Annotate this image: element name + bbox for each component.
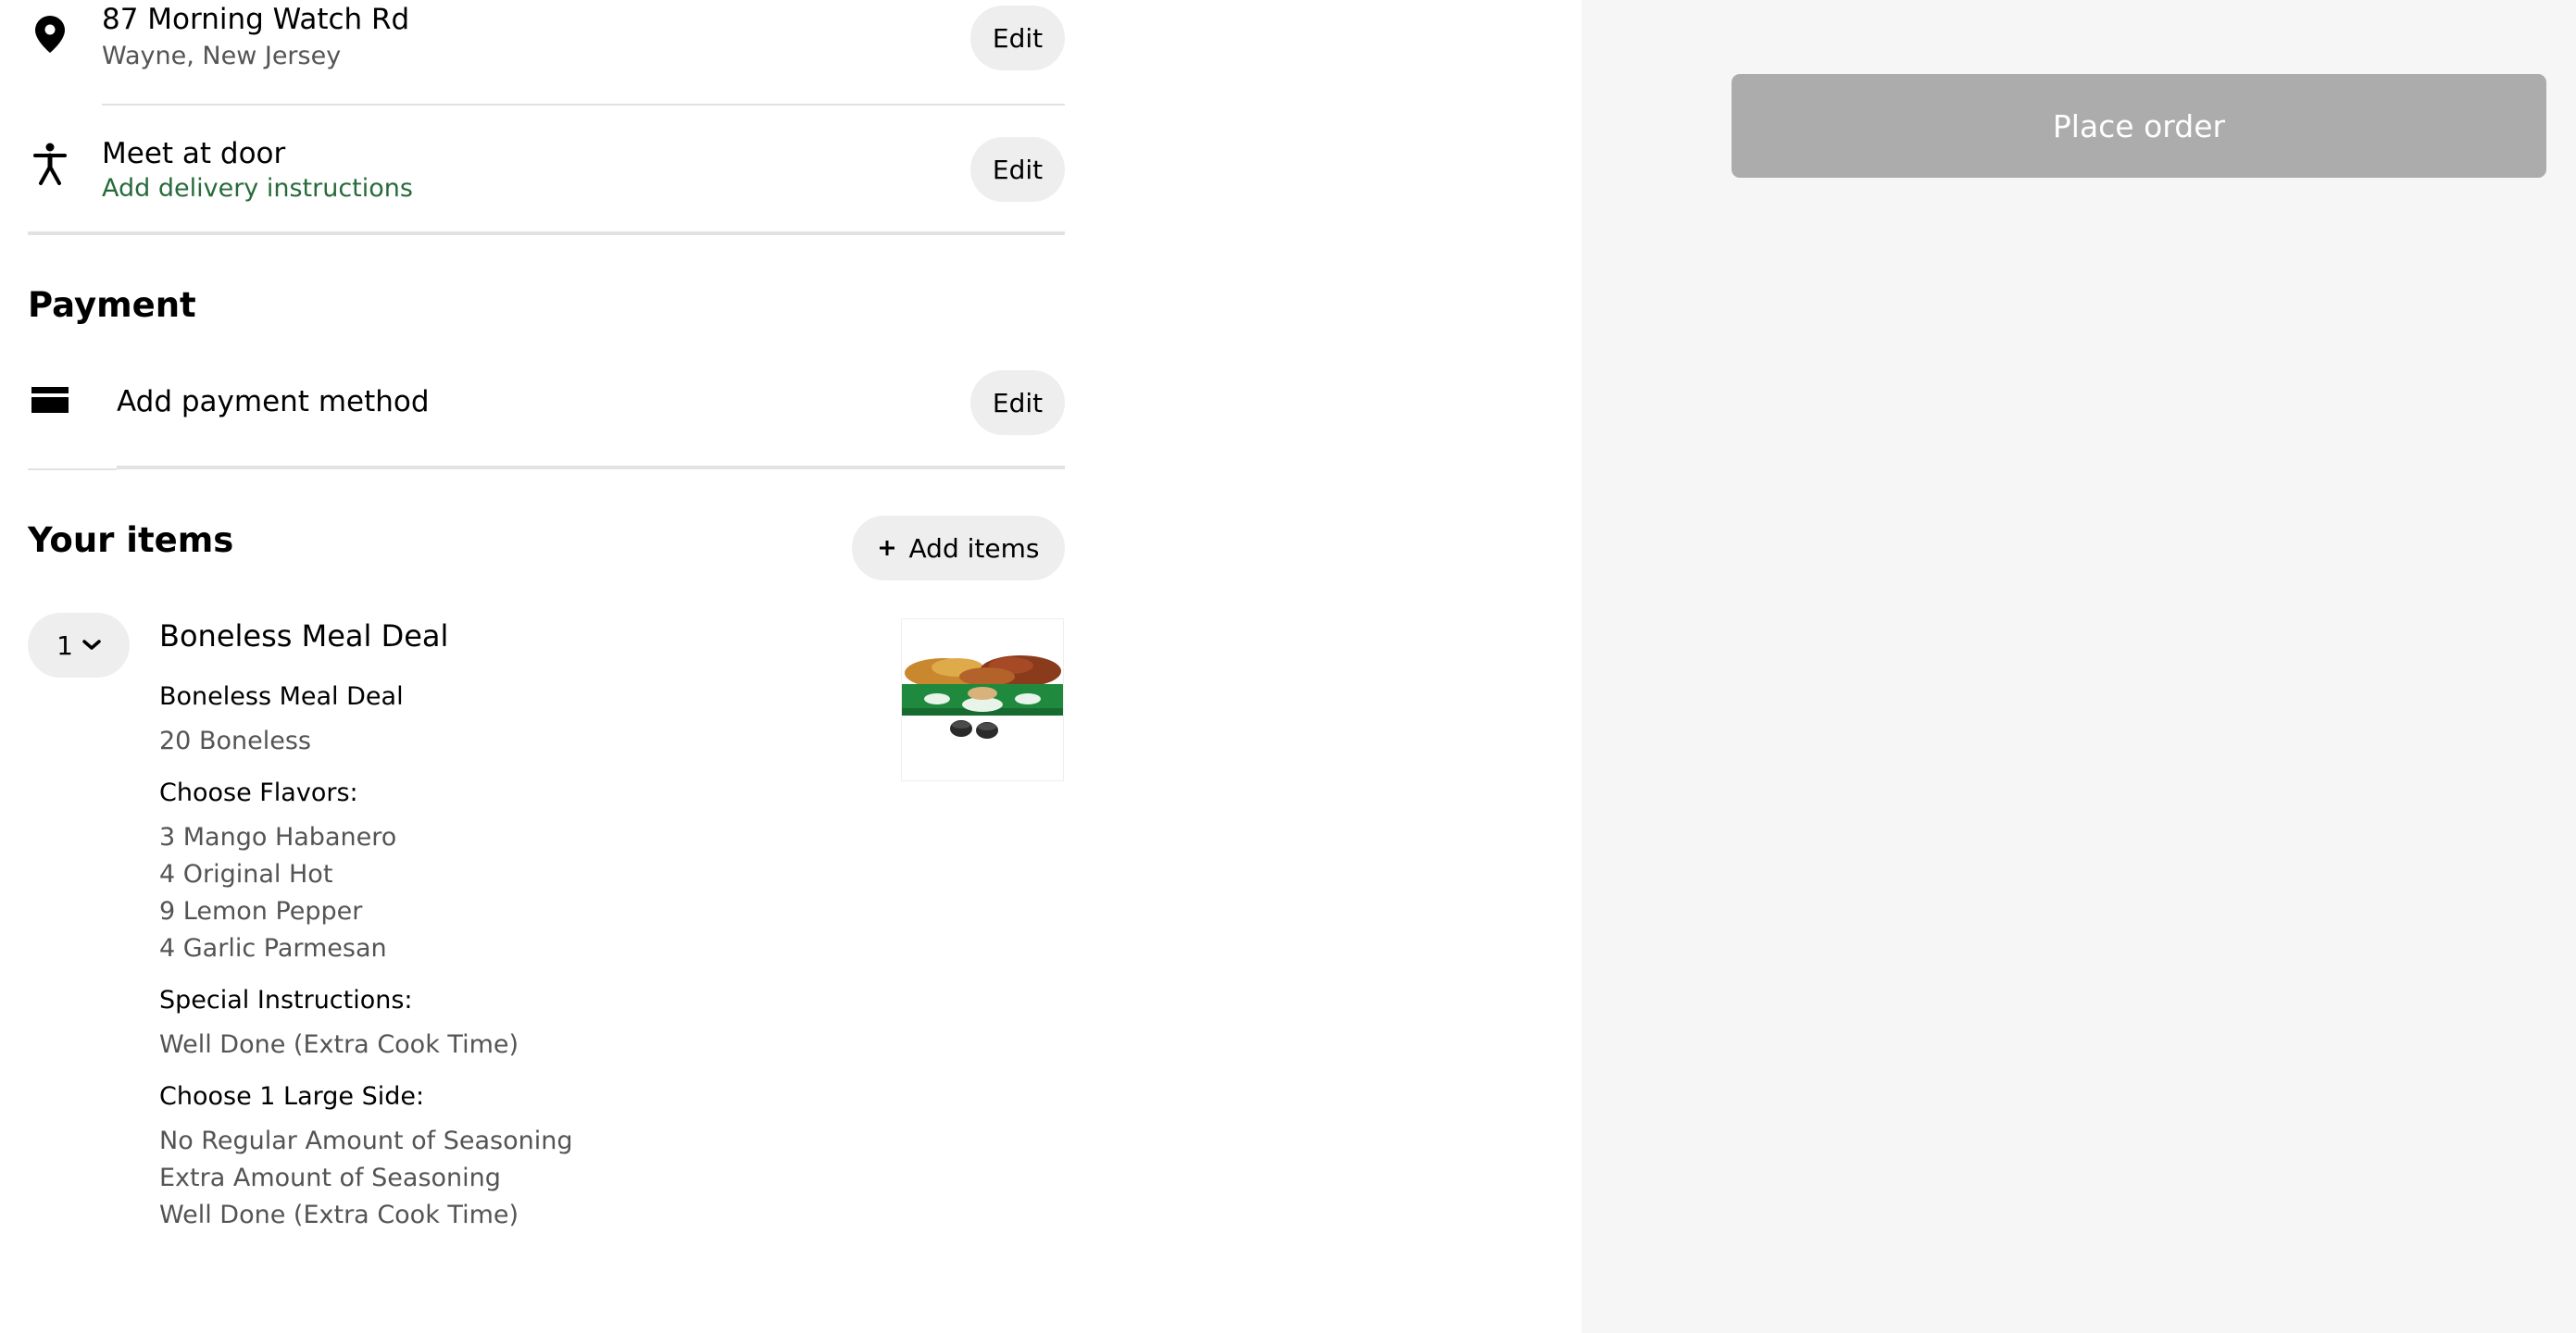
section-divider: [28, 231, 1065, 235]
side-item: Well Done (Extra Cook Time): [159, 1201, 519, 1229]
quantity-value: 1: [56, 629, 73, 661]
divider: [28, 468, 117, 470]
plus-icon: [879, 541, 894, 555]
edit-dropoff-button[interactable]: Edit: [970, 137, 1065, 202]
add-payment-method-label[interactable]: Add payment method: [117, 385, 430, 418]
checkout-main: 87 Morning Watch Rd Wayne, New Jersey Ed…: [0, 0, 1582, 1333]
section-divider: [117, 466, 1065, 469]
flavor-item: 3 Mango Habanero: [159, 823, 397, 852]
special-instructions-label: Special Instructions:: [159, 986, 413, 1015]
divider: [102, 104, 1065, 106]
quantity-dropdown[interactable]: 1: [28, 613, 130, 678]
edit-address-button[interactable]: Edit: [970, 6, 1065, 70]
add-items-button[interactable]: Add items: [852, 516, 1065, 580]
payment-section-title: Payment: [28, 285, 196, 325]
add-items-label: Add items: [908, 532, 1040, 564]
address-line1: 87 Morning Watch Rd: [102, 3, 410, 36]
food-photo: [902, 619, 1063, 780]
combo-name: Boneless Meal Deal: [159, 682, 404, 711]
location-pin-icon: [35, 16, 65, 53]
item-name[interactable]: Boneless Meal Deal: [159, 618, 448, 654]
place-order-button[interactable]: Place order: [1732, 74, 2546, 178]
flavors-label: Choose Flavors:: [159, 779, 358, 807]
combo-size: 20 Boneless: [159, 727, 311, 755]
edit-payment-button[interactable]: Edit: [970, 370, 1065, 435]
dropoff-option: Meet at door: [102, 137, 286, 170]
flavor-item: 4 Garlic Parmesan: [159, 934, 387, 963]
flavor-item: 9 Lemon Pepper: [159, 897, 363, 926]
address-line2: Wayne, New Jersey: [102, 42, 342, 70]
order-summary-panel: Place order: [1582, 0, 2576, 1333]
chevron-down-icon: [82, 640, 101, 650]
item-image[interactable]: [901, 618, 1064, 781]
special-instruction-item: Well Done (Extra Cook Time): [159, 1030, 519, 1059]
credit-card-icon: [31, 387, 69, 413]
add-delivery-instructions-link[interactable]: Add delivery instructions: [102, 174, 413, 203]
person-icon: [33, 143, 67, 185]
side-item: Extra Amount of Seasoning: [159, 1164, 501, 1192]
flavor-item: 4 Original Hot: [159, 860, 333, 889]
side-label: Choose 1 Large Side:: [159, 1082, 425, 1111]
side-item: No Regular Amount of Seasoning: [159, 1127, 573, 1155]
your-items-title: Your items: [28, 520, 234, 560]
